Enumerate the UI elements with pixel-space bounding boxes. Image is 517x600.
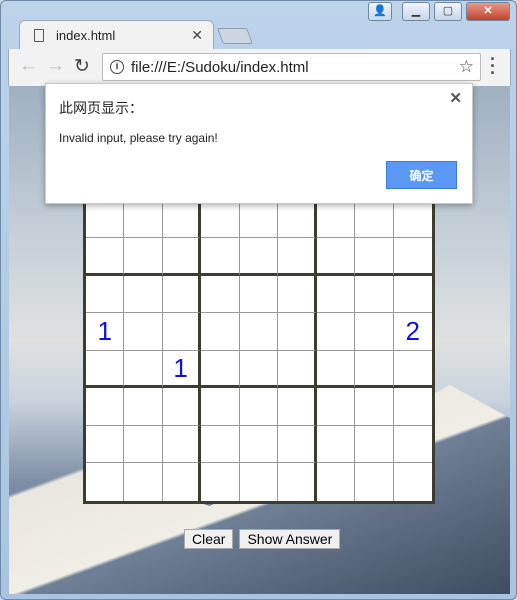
sudoku-cell[interactable]: [201, 275, 240, 314]
sudoku-cell[interactable]: [239, 275, 279, 314]
sudoku-cell[interactable]: 2: [393, 313, 432, 351]
dialog-close-icon[interactable]: ✕: [449, 89, 462, 107]
sudoku-cell[interactable]: [355, 238, 394, 276]
sudoku-cell[interactable]: [393, 276, 432, 314]
url-text[interactable]: file:///E:/Sudoku/index.html: [131, 59, 309, 76]
tab-title: index.html: [56, 28, 116, 43]
sudoku-cell[interactable]: [278, 275, 317, 314]
window-close-button[interactable]: ✕: [466, 2, 510, 21]
back-icon[interactable]: ←: [19, 55, 38, 77]
sudoku-cell[interactable]: [240, 463, 279, 501]
clear-button[interactable]: Clear: [184, 529, 234, 549]
dialog-message: Invalid input, please try again!: [59, 131, 218, 145]
sudoku-cell[interactable]: [124, 275, 163, 314]
sudoku-cell[interactable]: [278, 425, 317, 464]
sudoku-cell[interactable]: [201, 463, 240, 501]
sudoku-cell[interactable]: [86, 350, 125, 389]
sudoku-cell[interactable]: [124, 238, 163, 276]
sudoku-cell[interactable]: [316, 275, 356, 314]
sudoku-cell[interactable]: [316, 425, 356, 464]
sudoku-grid: 1 2 1: [83, 160, 435, 504]
sudoku-cell[interactable]: [316, 313, 356, 351]
sudoku-cell[interactable]: [162, 238, 202, 276]
dialog-ok-button[interactable]: 确定: [386, 161, 457, 189]
sudoku-cell[interactable]: [86, 463, 125, 501]
sudoku-cell[interactable]: [201, 350, 240, 389]
sudoku-cell[interactable]: [162, 200, 202, 239]
menu-icon[interactable]: · · ·: [490, 50, 496, 82]
tab-close-icon[interactable]: ✕: [191, 27, 203, 44]
sudoku-cell[interactable]: [278, 238, 317, 276]
sudoku-cell[interactable]: [355, 463, 394, 501]
sudoku-cell[interactable]: [124, 200, 163, 239]
bookmark-star-icon[interactable]: ☆: [459, 57, 474, 77]
sudoku-cell[interactable]: [316, 350, 356, 389]
sudoku-cell[interactable]: [162, 388, 202, 426]
sudoku-cell[interactable]: [355, 425, 394, 464]
sudoku-cell[interactable]: [393, 238, 432, 276]
show-answer-button[interactable]: Show Answer: [239, 529, 341, 549]
sudoku-cell[interactable]: [239, 350, 279, 389]
sudoku-cell[interactable]: [278, 388, 317, 426]
sudoku-cell[interactable]: [355, 350, 394, 389]
sudoku-cell[interactable]: [86, 275, 125, 314]
browser-window: 👤 ▁ ▢ ✕ index.html ✕ ← → ↻ i file:///E:/…: [0, 0, 517, 600]
sudoku-cell[interactable]: [201, 425, 240, 464]
sudoku-cell[interactable]: [124, 313, 163, 351]
sudoku-cell[interactable]: [316, 388, 356, 426]
sudoku-cell[interactable]: [316, 200, 356, 239]
sudoku-cell[interactable]: [86, 238, 125, 276]
sudoku-cell[interactable]: [355, 275, 394, 314]
sudoku-cell[interactable]: [124, 350, 163, 389]
sudoku-cell[interactable]: [239, 425, 279, 464]
sudoku-cell[interactable]: [355, 313, 394, 351]
sudoku-cell[interactable]: [86, 388, 125, 426]
sudoku-cell[interactable]: [316, 238, 356, 276]
browser-tab[interactable]: index.html ✕: [19, 20, 214, 50]
sudoku-cell[interactable]: [239, 313, 279, 351]
dialog-title: 此网页显示：: [59, 100, 143, 116]
info-icon[interactable]: i: [110, 60, 124, 74]
sudoku-cell[interactable]: [394, 463, 432, 501]
sudoku-cell[interactable]: [163, 463, 202, 501]
reload-icon[interactable]: ↻: [74, 55, 90, 78]
maximize-button[interactable]: ▢: [434, 2, 462, 21]
sudoku-cell[interactable]: 1: [162, 350, 202, 389]
sudoku-cell[interactable]: [86, 200, 125, 239]
new-tab-button[interactable]: [217, 28, 253, 44]
forward-icon[interactable]: →: [46, 55, 65, 77]
sudoku-cell[interactable]: [278, 463, 317, 501]
sudoku-cell[interactable]: [239, 200, 279, 239]
minimize-button[interactable]: ▁: [402, 2, 430, 21]
sudoku-cell[interactable]: [393, 201, 432, 239]
sudoku-cell[interactable]: [393, 351, 432, 389]
address-bar[interactable]: i file:///E:/Sudoku/index.html ☆: [102, 53, 481, 81]
sudoku-cell[interactable]: [162, 313, 202, 351]
sudoku-cell[interactable]: [355, 388, 394, 426]
sudoku-cell[interactable]: [393, 426, 432, 464]
alert-dialog: 此网页显示： ✕ Invalid input, please try again…: [45, 83, 473, 204]
sudoku-cell[interactable]: [355, 200, 394, 239]
sudoku-cell[interactable]: [201, 200, 240, 239]
sudoku-cell[interactable]: [201, 313, 240, 351]
sudoku-cell[interactable]: [239, 388, 279, 426]
page-icon: [34, 29, 44, 42]
sudoku-cell[interactable]: [201, 238, 240, 276]
user-profile-icon[interactable]: 👤: [368, 2, 392, 21]
sudoku-cell[interactable]: [239, 238, 279, 276]
sudoku-cell[interactable]: [278, 350, 317, 389]
sudoku-cell[interactable]: [162, 425, 202, 464]
sudoku-cell[interactable]: [278, 200, 317, 239]
sudoku-cell[interactable]: [317, 463, 356, 501]
sudoku-cell[interactable]: [393, 388, 432, 426]
sudoku-cell[interactable]: 1: [86, 313, 125, 351]
sudoku-cell[interactable]: [124, 425, 163, 464]
sudoku-cell[interactable]: [201, 388, 240, 426]
sudoku-cell[interactable]: [278, 313, 317, 351]
sudoku-cell[interactable]: [124, 388, 163, 426]
sudoku-cell[interactable]: [162, 275, 202, 314]
toolbar: ← → ↻ i file:///E:/Sudoku/index.html ☆ ·…: [8, 49, 511, 86]
sudoku-cell[interactable]: [124, 463, 163, 501]
sudoku-cell[interactable]: [86, 425, 125, 464]
